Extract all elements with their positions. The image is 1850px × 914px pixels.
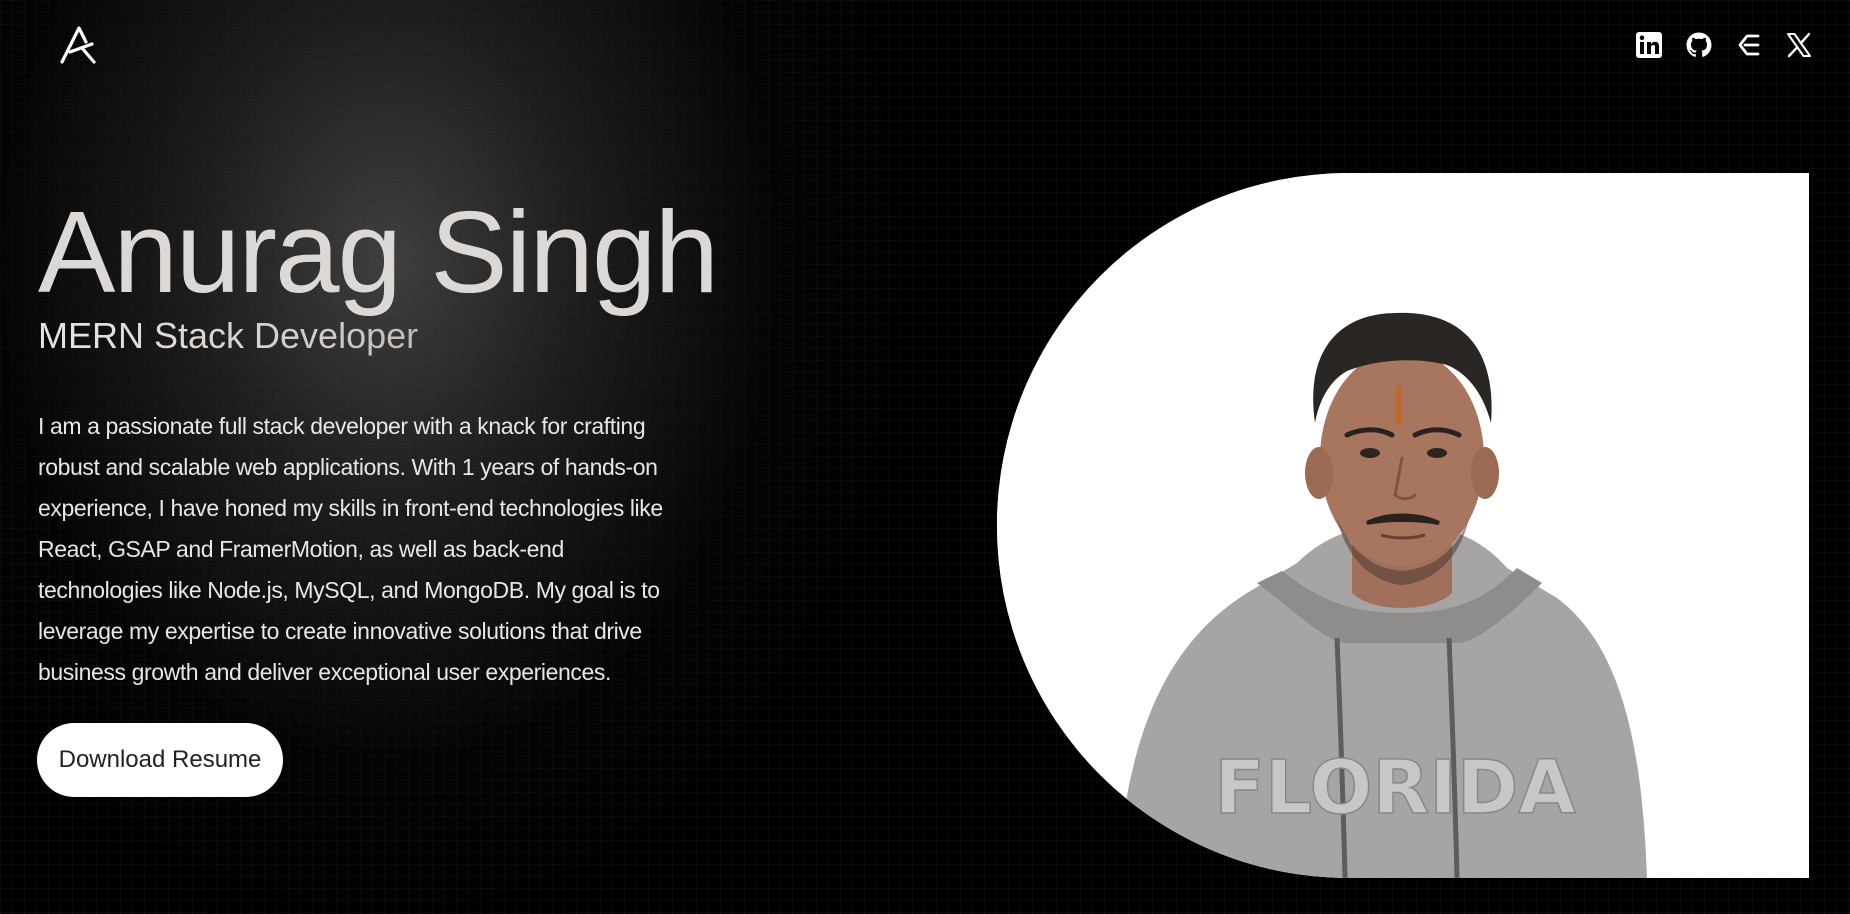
linkedin-link[interactable] (1634, 30, 1664, 60)
hero-bio: I am a passionate full stack developer w… (38, 413, 663, 685)
profile-photo: FLORIDA (997, 173, 1809, 878)
hero-intro: Anurag Singh MERN Stack Developer I am a… (38, 187, 719, 693)
linkedin-icon (1636, 32, 1662, 58)
portfolio-page: Anurag Singh MERN Stack Developer I am a… (0, 0, 1850, 914)
hoodie-text: FLORIDA (1214, 745, 1575, 831)
profile-photo-illustration: FLORIDA (997, 173, 1809, 878)
github-link[interactable] (1684, 30, 1714, 60)
github-icon (1686, 32, 1712, 57)
hero-role: MERN Stack Developer (38, 314, 698, 358)
blog-e-icon (1738, 34, 1760, 56)
download-resume-button[interactable]: Download Resume (37, 723, 283, 797)
x-link[interactable] (1784, 30, 1814, 60)
social-links (1634, 30, 1814, 60)
x-icon (1787, 32, 1811, 58)
hero-name: Anurag Singh (38, 187, 719, 317)
blog-link[interactable] (1734, 30, 1764, 60)
stylized-a-logo-icon[interactable] (58, 24, 100, 66)
